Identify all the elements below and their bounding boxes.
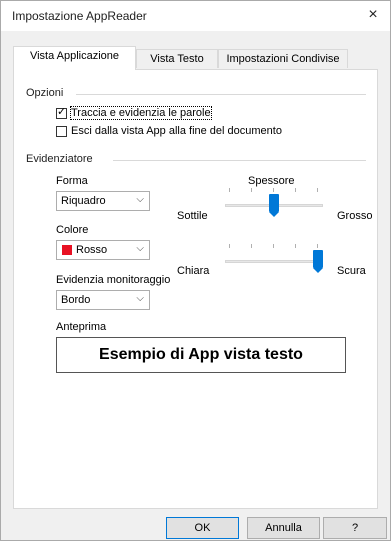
color-select[interactable]: Rosso ⌵ [56, 240, 150, 260]
slider-tick [229, 244, 230, 248]
monitor-highlight-label: Evidenzia monitoraggio [56, 274, 171, 286]
thickness-max-label: Grosso [337, 210, 373, 222]
color-select-value: Rosso [76, 244, 108, 256]
thickness-min-label: Sottile [177, 210, 208, 222]
chevron-down-icon: ⌵ [136, 194, 144, 205]
slider-tick [317, 244, 318, 248]
highlighter-group-label: Evidenziatore [26, 153, 93, 165]
tab-vista-applicazione[interactable]: Vista Applicazione [13, 46, 136, 70]
slider-tick [295, 244, 296, 248]
checkbox-checked-icon[interactable] [56, 106, 67, 119]
slider-tick [317, 188, 318, 192]
chevron-down-icon: ⌵ [136, 293, 144, 304]
opacity-slider-track[interactable] [225, 260, 323, 263]
tab-vista-testo[interactable]: Vista Testo [136, 49, 218, 68]
monitor-highlight-select-value: Bordo [61, 294, 91, 306]
thickness-slider-thumb[interactable] [269, 194, 279, 217]
ok-button[interactable]: OK [166, 517, 239, 539]
thickness-label: Spessore [248, 175, 295, 187]
help-button[interactable]: ? [323, 517, 387, 539]
chevron-down-icon: ⌵ [136, 243, 144, 254]
slider-tick [251, 188, 252, 192]
opacity-slider-thumb[interactable] [313, 250, 323, 273]
window-title: Impostazione AppReader [12, 9, 147, 23]
exit-app-view-label[interactable]: Esci dalla vista App alla fine del docum… [71, 125, 282, 137]
slider-tick [251, 244, 252, 248]
preview-box: Esempio di App vista testo [56, 337, 346, 373]
slider-tick [273, 188, 274, 192]
shape-select-value: Riquadro [61, 195, 106, 207]
cancel-button[interactable]: Annulla [247, 517, 320, 539]
exit-app-view-checkbox[interactable]: Esci dalla vista App alla fine del docum… [56, 125, 282, 137]
shape-label: Forma [56, 175, 88, 187]
opacity-max-label: Scura [337, 265, 366, 277]
dialog-window: Impostazione AppReader × Vista Applicazi… [0, 0, 391, 541]
track-words-checkbox[interactable]: Traccia e evidenzia le parole [56, 106, 212, 120]
title-bar: Impostazione AppReader × [1, 1, 390, 31]
options-divider [76, 94, 366, 95]
color-label: Colore [56, 224, 89, 236]
slider-tick [229, 188, 230, 192]
options-group-label: Opzioni [26, 87, 64, 99]
preview-label: Anteprima [56, 321, 107, 333]
monitor-highlight-select[interactable]: Bordo ⌵ [56, 290, 150, 310]
slider-tick [273, 244, 274, 248]
highlighter-divider [113, 160, 366, 161]
checkbox-unchecked-icon[interactable] [56, 125, 67, 137]
slider-tick [295, 188, 296, 192]
color-swatch [62, 245, 72, 255]
tab-impostazioni-condivise[interactable]: Impostazioni Condivise [218, 49, 348, 68]
opacity-min-label: Chiara [177, 265, 210, 277]
preview-text: Esempio di App vista testo [99, 346, 303, 363]
shape-select[interactable]: Riquadro ⌵ [56, 191, 150, 211]
track-words-label[interactable]: Traccia e evidenzia le parole [70, 106, 212, 120]
close-icon[interactable]: × [362, 4, 384, 26]
